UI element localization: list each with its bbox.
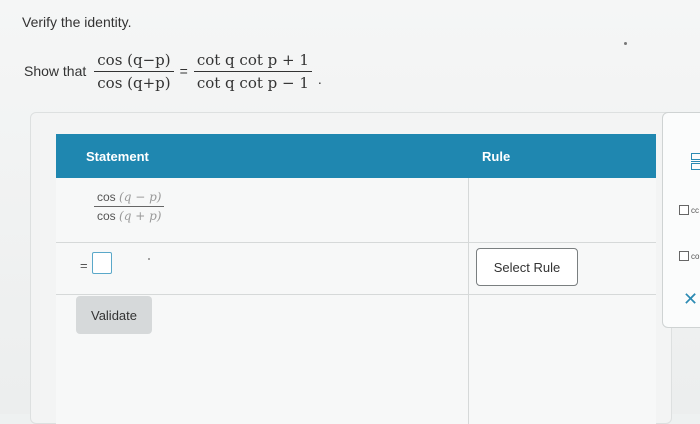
column-divider [468,178,469,424]
cursor-dot [148,258,150,260]
checkbox-icon [679,205,689,215]
lhs-numerator: cos (q−p) [94,51,174,72]
palette-item-co[interactable]: co [679,251,699,261]
rhs-numerator: cot q cot p + 1 [193,51,312,72]
palette-item-cc[interactable]: cc [679,205,699,215]
end-period: . [317,71,322,87]
prompt-prefix: Show that [24,63,87,79]
lhs-fraction: cos (q−p) cos (q+p) [94,51,174,92]
select-rule-button[interactable]: Select Rule [476,248,578,286]
math-palette-panel: cc co ✕ [662,112,700,328]
given-expression: cos (q − p) cos (q + p) [90,188,168,223]
given-fraction: cos (q − p) cos (q + p) [94,190,165,223]
page: Verify the identity. Show that cos (q−p)… [0,0,700,424]
table-row-given: cos (q − p) cos (q + p) [56,178,656,243]
question-title: Verify the identity. [22,14,132,30]
header-statement: Statement [86,149,149,164]
lhs-denominator: cos (q+p) [97,73,171,92]
identity-prompt: Show that cos (q−p) cos (q+p) = cot q co… [24,46,322,96]
given-numerator: cos (q − p) [94,190,165,207]
rhs-fraction: cot q cot p + 1 cot q cot p − 1 [193,51,312,92]
validate-button[interactable]: Validate [76,296,152,334]
equals-sign: = [179,63,188,79]
header-rule: Rule [482,149,511,164]
close-icon[interactable]: ✕ [683,289,698,310]
table-header: Statement Rule [56,134,656,178]
rhs-denominator: cot q cot p − 1 [196,73,309,92]
stray-dot [624,42,627,45]
step-equals-sign: = [80,258,88,273]
checkbox-icon [679,251,689,261]
fraction-icon[interactable] [691,153,700,170]
statement-answer-input[interactable] [92,252,112,274]
given-denominator: cos (q + p) [97,209,162,223]
proof-table: Statement Rule cos (q − p) cos (q + p) =… [56,134,656,424]
